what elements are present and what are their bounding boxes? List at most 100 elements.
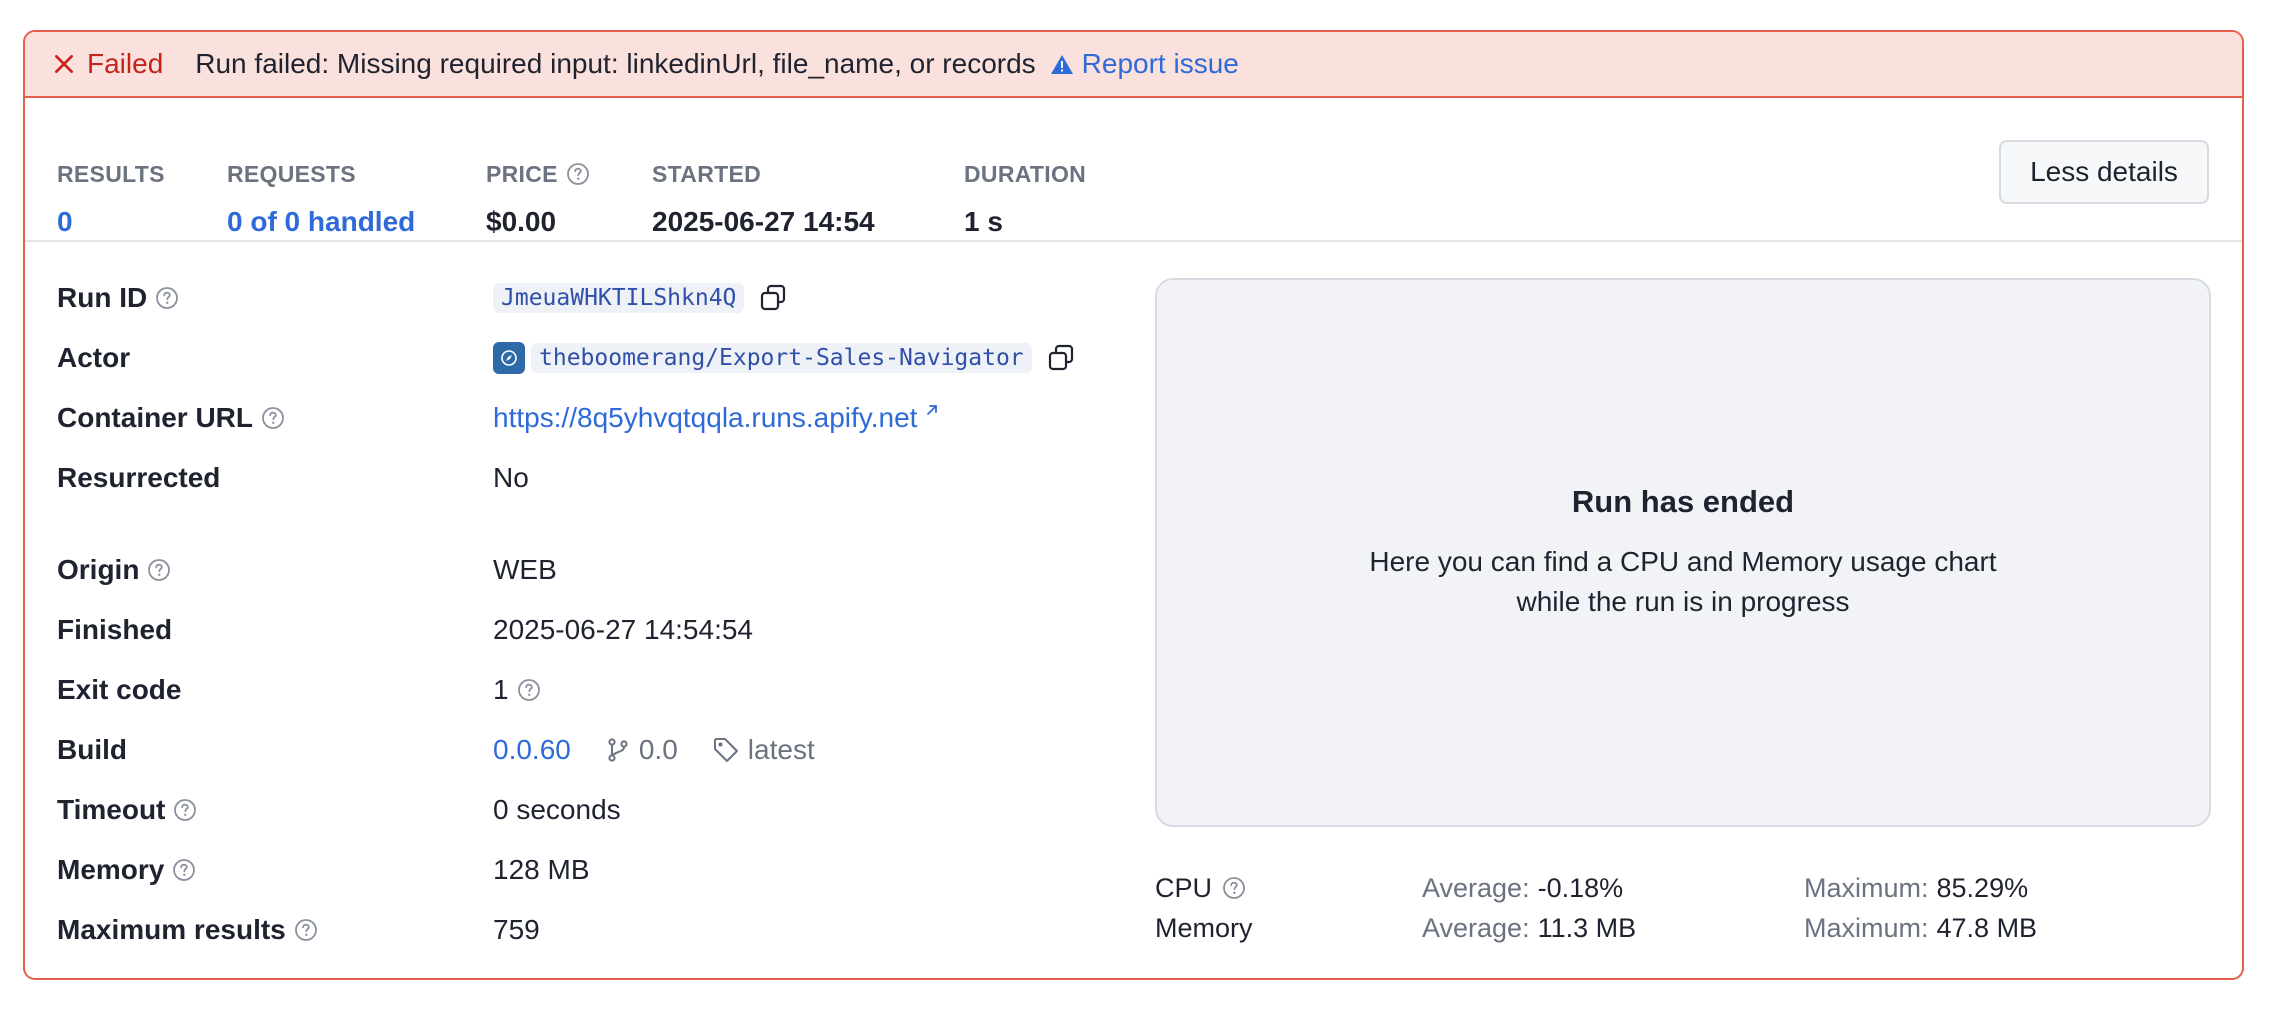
memory-usage-label: Memory bbox=[1155, 912, 1253, 943]
resurrected-label: Resurrected bbox=[57, 462, 221, 493]
stat-results: RESULTS 0 bbox=[57, 160, 165, 238]
row-origin-content: Origin WEB bbox=[57, 552, 557, 588]
report-issue-label: Report issue bbox=[1081, 48, 1239, 79]
build-version-wrap: 0.0 bbox=[605, 734, 678, 766]
memory-maximum-value: 47.8 MB bbox=[1936, 912, 2038, 943]
stat-results-label: RESULTS bbox=[57, 160, 165, 187]
exit-code-value: 1 bbox=[493, 674, 509, 705]
stat-requests: REQUESTS 0 of 0 handled bbox=[227, 160, 415, 238]
price-value: $0.00 bbox=[486, 206, 557, 237]
timeout-label: Timeout bbox=[57, 794, 166, 825]
requests-value-link[interactable]: 0 of 0 handled bbox=[227, 206, 415, 238]
run-id-label: Run ID bbox=[57, 282, 148, 313]
cpu-maximum-value: 85.29% bbox=[1936, 872, 2029, 903]
memory-maximum: Maximum: 47.8 MB bbox=[1804, 910, 2037, 946]
container-url-link[interactable]: https://8q5yhvqtqqla.runs.apify.net bbox=[493, 402, 917, 434]
duration-value: 1 s bbox=[964, 206, 1003, 237]
cpu-average: Average: -0.18% bbox=[1422, 870, 1623, 906]
stat-started-label: STARTED bbox=[652, 160, 762, 187]
max-results-value: 759 bbox=[493, 914, 540, 945]
container-url-label-wrap: Container URL bbox=[57, 402, 285, 434]
container-url-value-wrap: https://8q5yhvqtqqla.runs.apify.net bbox=[493, 400, 939, 436]
actor-value-wrap: theboomerang/Export-Sales-Navigator bbox=[493, 340, 1076, 376]
origin-value: WEB bbox=[493, 554, 557, 585]
results-value-link[interactable]: 0 bbox=[57, 206, 73, 238]
close-icon bbox=[54, 54, 74, 74]
warning-icon bbox=[1050, 55, 1073, 74]
max-results-label-wrap: Maximum results bbox=[57, 914, 318, 946]
build-link[interactable]: 0.0.60 bbox=[493, 734, 571, 766]
memory-value: 128 MB bbox=[493, 854, 590, 885]
help-icon[interactable] bbox=[173, 798, 197, 822]
copy-icon[interactable] bbox=[1046, 343, 1076, 373]
origin-label-wrap: Origin bbox=[57, 554, 171, 586]
actor-link[interactable]: theboomerang/Export-Sales-Navigator bbox=[531, 343, 1032, 373]
run-id-value: JmeuaWHKTILShkn4Q bbox=[493, 283, 745, 313]
copy-icon[interactable] bbox=[758, 283, 788, 313]
memory-maximum-label: Maximum: bbox=[1804, 912, 1929, 943]
row-actor: Actor theboomerang/Export-Sales-Navigato… bbox=[57, 340, 1073, 376]
exit-code-label: Exit code bbox=[57, 674, 182, 705]
exit-code-value-wrap: 1 bbox=[493, 672, 541, 708]
help-icon[interactable] bbox=[517, 678, 541, 702]
row-run-id: Run ID JmeuaWHKTILShkn4Q bbox=[57, 280, 786, 316]
actor-icon bbox=[493, 342, 525, 374]
build-version: 0.0 bbox=[638, 734, 678, 765]
tag-icon bbox=[713, 738, 738, 762]
run-detail-card: Failed Run failed: Missing required inpu… bbox=[23, 30, 2244, 980]
build-label: Build bbox=[57, 734, 127, 765]
help-icon[interactable] bbox=[155, 286, 179, 310]
timeout-label-wrap: Timeout bbox=[57, 794, 197, 826]
actor-label: Actor bbox=[57, 342, 131, 373]
error-banner: Failed Run failed: Missing required inpu… bbox=[25, 32, 2242, 98]
stat-duration-label: DURATION bbox=[964, 160, 1087, 187]
run-stats: RESULTS 0 REQUESTS 0 of 0 handled PRICE … bbox=[25, 98, 2242, 242]
help-icon[interactable] bbox=[172, 858, 196, 882]
memory-average-label: Average: bbox=[1422, 912, 1530, 943]
stat-price-label-wrap: PRICE bbox=[486, 160, 590, 188]
row-build: Build 0.0.60 0.0 latest bbox=[57, 732, 815, 768]
cpu-maximum: Maximum: 85.29% bbox=[1804, 870, 2028, 906]
error-message: Run failed: Missing required input: link… bbox=[195, 48, 1036, 79]
help-icon[interactable] bbox=[1222, 876, 1246, 900]
row-container-url: Container URL https://8q5yhvqtqqla.runs.… bbox=[57, 400, 938, 436]
build-tag: latest bbox=[747, 734, 815, 765]
resurrected-value: No bbox=[493, 462, 529, 493]
stat-requests-label: REQUESTS bbox=[227, 160, 356, 187]
stat-price: PRICE $0.00 bbox=[486, 160, 590, 237]
report-issue-link[interactable]: Report issue bbox=[1050, 48, 1239, 80]
stat-started: STARTED 2025-06-27 14:54 bbox=[652, 160, 875, 238]
row-finished: Finished 2025-06-27 14:54:54 bbox=[57, 612, 753, 648]
memory-label: Memory bbox=[57, 854, 165, 885]
finished-value: 2025-06-27 14:54:54 bbox=[493, 614, 753, 645]
max-results-label: Maximum results bbox=[57, 914, 286, 945]
status-badge: Failed bbox=[53, 48, 195, 80]
external-link-icon bbox=[927, 405, 938, 415]
row-exit-code: Exit code 1 bbox=[57, 672, 540, 708]
cpu-average-label: Average: bbox=[1422, 872, 1530, 903]
build-tag-wrap: latest bbox=[712, 734, 815, 766]
build-value-wrap: 0.0.60 0.0 latest bbox=[493, 732, 815, 768]
usage-chart-placeholder: Run has ended Here you can find a CPU an… bbox=[1155, 278, 2211, 827]
cpu-average-value: -0.18% bbox=[1537, 872, 1624, 903]
status-label: Failed bbox=[87, 48, 164, 79]
row-memory: Memory 128 MB bbox=[57, 852, 590, 888]
stat-duration: DURATION 1 s bbox=[964, 160, 1087, 238]
container-url-label: Container URL bbox=[57, 402, 253, 433]
less-details-button[interactable]: Less details bbox=[1999, 140, 2209, 204]
help-icon[interactable] bbox=[261, 406, 285, 430]
chart-placeholder-description: Here you can find a CPU and Memory usage… bbox=[1369, 545, 1997, 617]
row-max-results: Maximum results 759 bbox=[57, 912, 540, 948]
finished-label: Finished bbox=[57, 614, 173, 645]
git-branch-icon bbox=[608, 738, 628, 762]
help-icon[interactable] bbox=[294, 918, 318, 942]
timeout-value: 0 seconds bbox=[493, 794, 621, 825]
memory-average-value: 11.3 MB bbox=[1537, 912, 1637, 943]
help-icon[interactable] bbox=[147, 558, 171, 582]
origin-label: Origin bbox=[57, 554, 140, 585]
memory-average: Average: 11.3 MB bbox=[1422, 910, 1636, 946]
cpu-maximum-label: Maximum: bbox=[1804, 872, 1929, 903]
row-timeout: Timeout 0 seconds bbox=[57, 792, 621, 828]
help-icon[interactable] bbox=[566, 162, 590, 186]
run-id-label-wrap: Run ID bbox=[57, 282, 179, 314]
